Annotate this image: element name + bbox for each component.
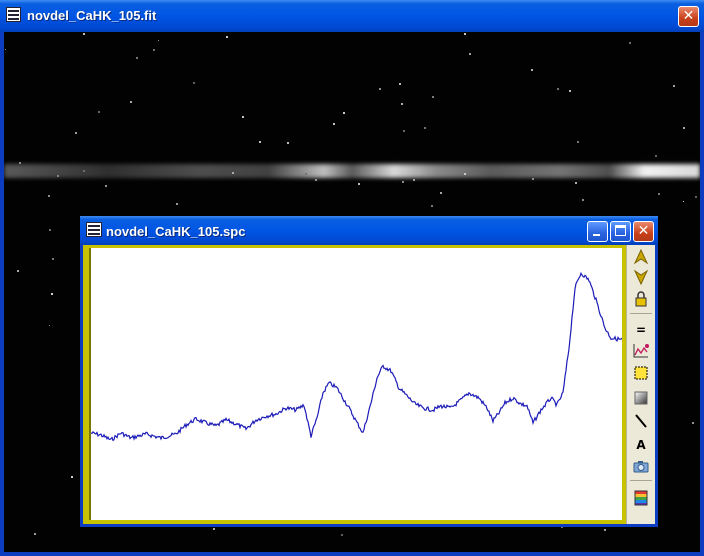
camera-icon[interactable] [631,458,651,476]
star [193,82,195,84]
line-tool-icon[interactable] [631,413,651,431]
toolbar-separator [630,480,652,481]
star [440,192,442,194]
star [655,155,657,157]
star [658,193,660,195]
star [49,229,51,231]
main-close-button[interactable]: ✕ [678,6,699,27]
main-titlebar[interactable]: novdel_CaHK_105.fit ✕ [0,0,704,32]
spectrum-body: = A [83,245,655,524]
star [413,179,415,181]
star [464,173,466,175]
star [75,132,77,134]
star [315,179,317,181]
star [19,162,21,164]
star [52,258,54,260]
spectrum-profile-line [90,271,625,442]
star [532,178,534,180]
star [49,325,50,326]
star [399,83,401,85]
star [287,142,289,144]
spectrum-window: novdel_CaHK_105.spc ✕ = A [80,216,658,527]
star [402,181,404,183]
star [34,533,36,535]
star [341,534,343,536]
star [358,183,360,185]
graph-icon[interactable] [631,343,651,361]
star [673,85,675,87]
window-icon [6,7,21,22]
star [695,196,697,198]
contrast-icon[interactable] [631,390,651,408]
minimize-button[interactable] [587,221,608,242]
star [232,172,234,174]
star [431,205,433,207]
star [424,127,426,129]
tool-palette: = A [626,245,655,524]
equals-icon[interactable]: = [631,321,651,339]
star [259,141,261,143]
star [51,293,53,295]
star [464,33,466,35]
star [242,116,244,118]
star [83,33,85,35]
arrow-down-icon[interactable] [631,269,651,287]
star [130,101,132,103]
star [343,112,345,114]
text-tool-icon[interactable]: A [631,436,651,454]
star [604,529,606,531]
star [105,185,107,187]
star [71,476,73,478]
star [692,422,694,424]
maximize-button[interactable] [610,221,631,242]
spectrum-chart [90,271,625,442]
star [158,40,159,41]
spectrum-window-title: novdel_CaHK_105.spc [106,224,246,239]
star [379,88,381,90]
lock-icon[interactable] [631,291,651,309]
spectrum-titlebar[interactable]: novdel_CaHK_105.spc ✕ [80,216,658,245]
star [153,49,155,51]
star [629,42,631,44]
star [531,69,533,71]
arrow-up-icon[interactable] [631,248,651,267]
star [575,182,577,184]
star [569,90,571,92]
star [226,36,228,38]
spectrum-close-button[interactable]: ✕ [633,221,654,242]
star [98,111,100,113]
star [333,123,335,125]
star [5,49,6,50]
star [83,170,85,172]
star [557,88,559,90]
select-box-icon[interactable] [631,365,651,383]
star [57,175,59,177]
star [432,96,434,98]
star [176,203,178,205]
star [582,199,584,201]
star [401,103,403,105]
star [213,528,215,530]
star [683,201,684,202]
star [577,141,579,143]
palette-icon[interactable] [631,489,651,507]
star [17,270,19,272]
star [683,127,685,129]
spectrum-trace [4,164,700,178]
star [403,130,405,132]
spectrum-plot[interactable] [89,248,625,520]
star [48,195,50,197]
star [469,53,471,55]
star [136,57,138,59]
main-window: novdel_CaHK_105.fit ✕ novdel_CaHK_105.sp… [0,0,704,556]
main-window-title: novdel_CaHK_105.fit [27,8,157,23]
window-icon [86,222,102,237]
star [305,173,307,175]
toolbar-separator [630,313,652,314]
